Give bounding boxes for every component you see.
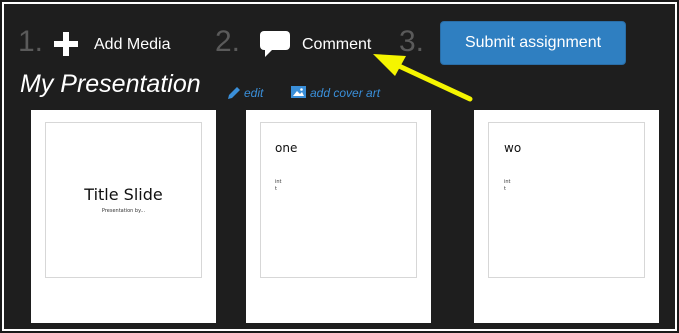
slide-subtitle: Presentation by... bbox=[101, 208, 146, 214]
slide-thumbnail: wo int t bbox=[488, 122, 645, 278]
slide-card-2[interactable]: one int t bbox=[246, 110, 431, 323]
presentation-title: My Presentation bbox=[20, 70, 201, 98]
edit-title-link[interactable]: edit bbox=[244, 87, 263, 99]
step-number-2: 2. bbox=[215, 25, 241, 58]
image-icon[interactable] bbox=[291, 85, 306, 103]
screenshot-frame: 1. Add Media 2. Comment 3. Submit assign… bbox=[0, 0, 679, 333]
slide-bullets: int t bbox=[275, 179, 282, 192]
slide-thumbnail: Title Slide Presentation by... bbox=[45, 122, 202, 278]
slide-card-1[interactable]: Title Slide Presentation by... bbox=[31, 110, 216, 323]
add-media-button[interactable]: Add Media bbox=[94, 37, 171, 53]
pencil-icon[interactable] bbox=[228, 86, 241, 104]
step-number-3: 3. bbox=[399, 25, 425, 58]
step-number-1: 1. bbox=[18, 25, 44, 58]
presentation-editor: 1. Add Media 2. Comment 3. Submit assign… bbox=[4, 4, 675, 329]
plus-icon[interactable] bbox=[54, 32, 78, 61]
comment-button[interactable]: Comment bbox=[302, 37, 371, 53]
slide-title: wo bbox=[504, 141, 522, 155]
slide-card-3[interactable]: wo int t bbox=[474, 110, 659, 323]
slide-thumbnail: one int t bbox=[260, 122, 417, 278]
speech-bubble-icon[interactable] bbox=[260, 31, 290, 62]
slide-title: one bbox=[275, 141, 298, 155]
slide-bullets: int t bbox=[504, 179, 511, 192]
slide-title: Title Slide bbox=[84, 185, 163, 204]
add-cover-art-link[interactable]: add cover art bbox=[310, 87, 380, 99]
submit-assignment-button[interactable]: Submit assignment bbox=[440, 21, 626, 65]
